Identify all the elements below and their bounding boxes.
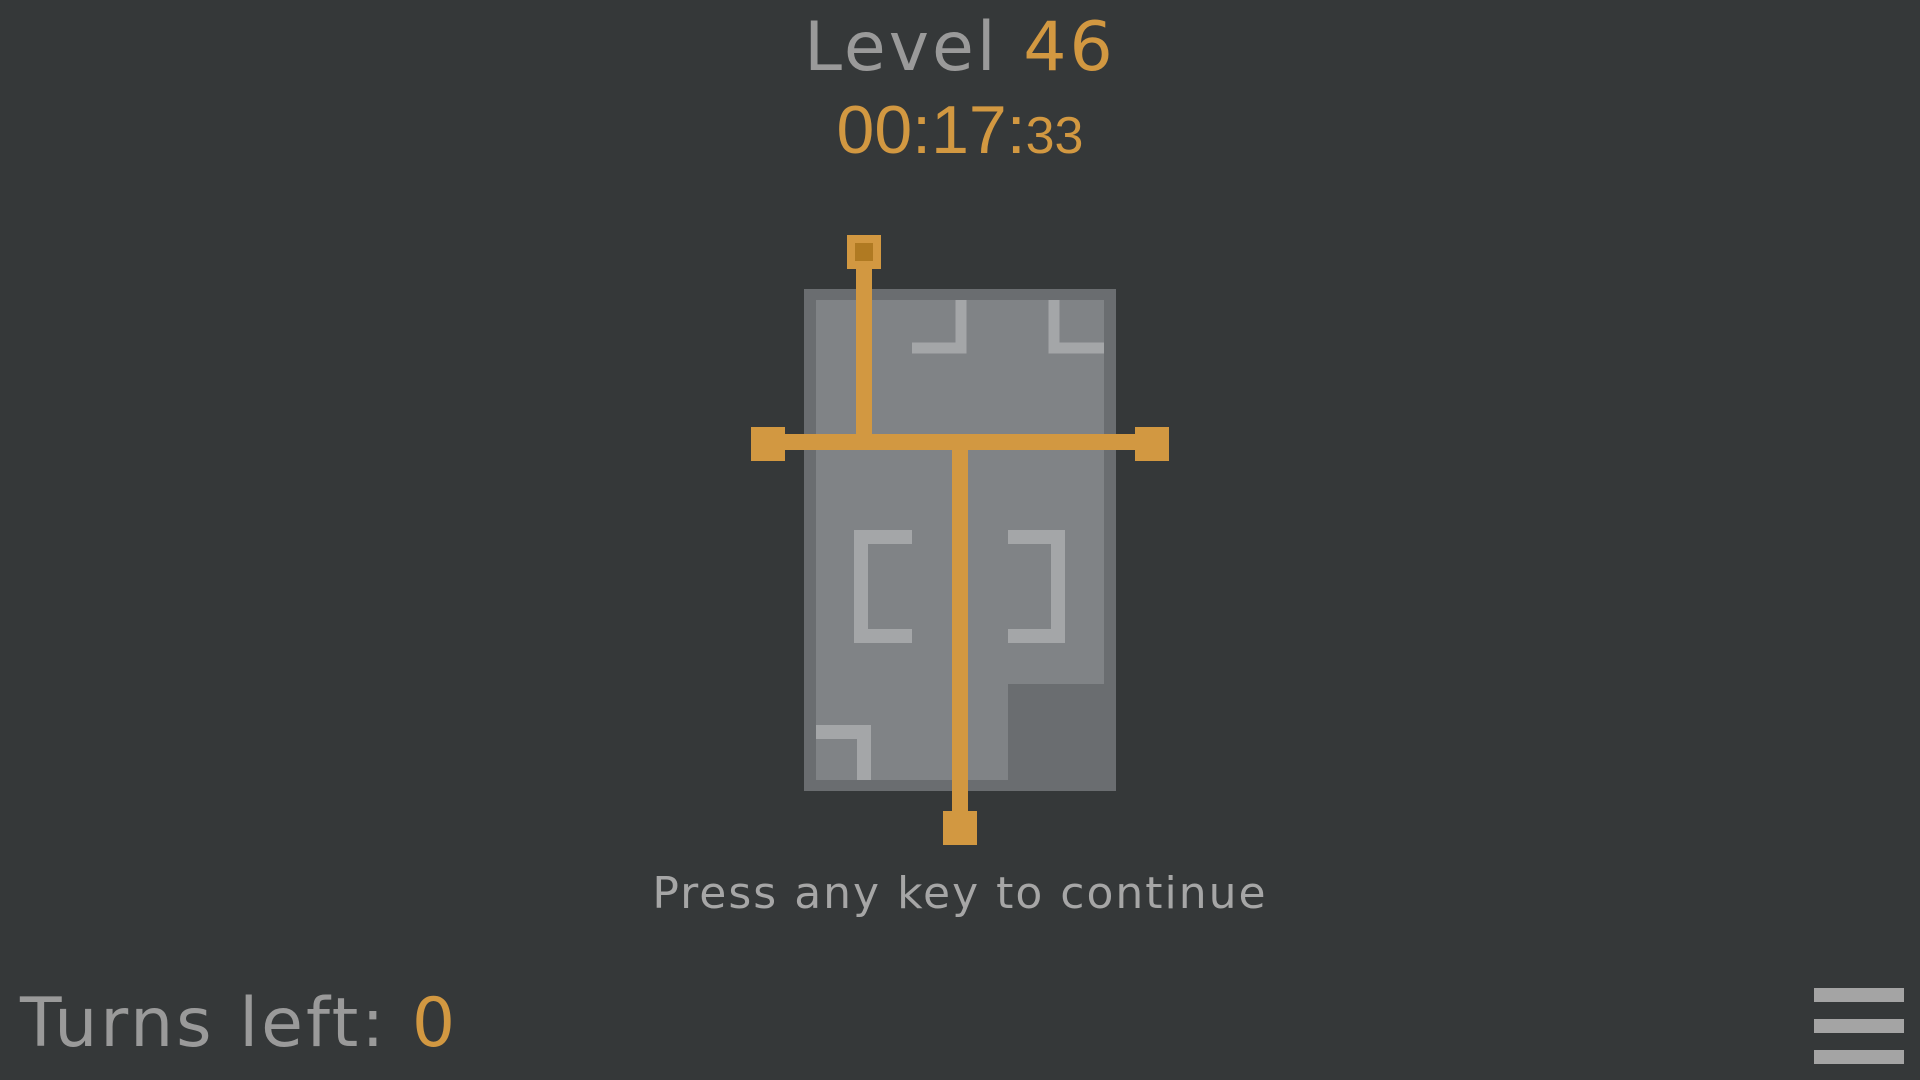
turns-label: Turns left:: [20, 984, 388, 1063]
node-top-center: [855, 243, 873, 261]
node-bottom[interactable]: [943, 811, 977, 845]
node-left[interactable]: [751, 427, 785, 461]
node-right[interactable]: [1135, 427, 1169, 461]
turns-left: Turns left: 0: [20, 982, 458, 1066]
continue-prompt: Press any key to continue: [652, 868, 1268, 919]
turns-value: 0: [411, 984, 459, 1063]
menu-button[interactable]: [1814, 988, 1904, 1064]
